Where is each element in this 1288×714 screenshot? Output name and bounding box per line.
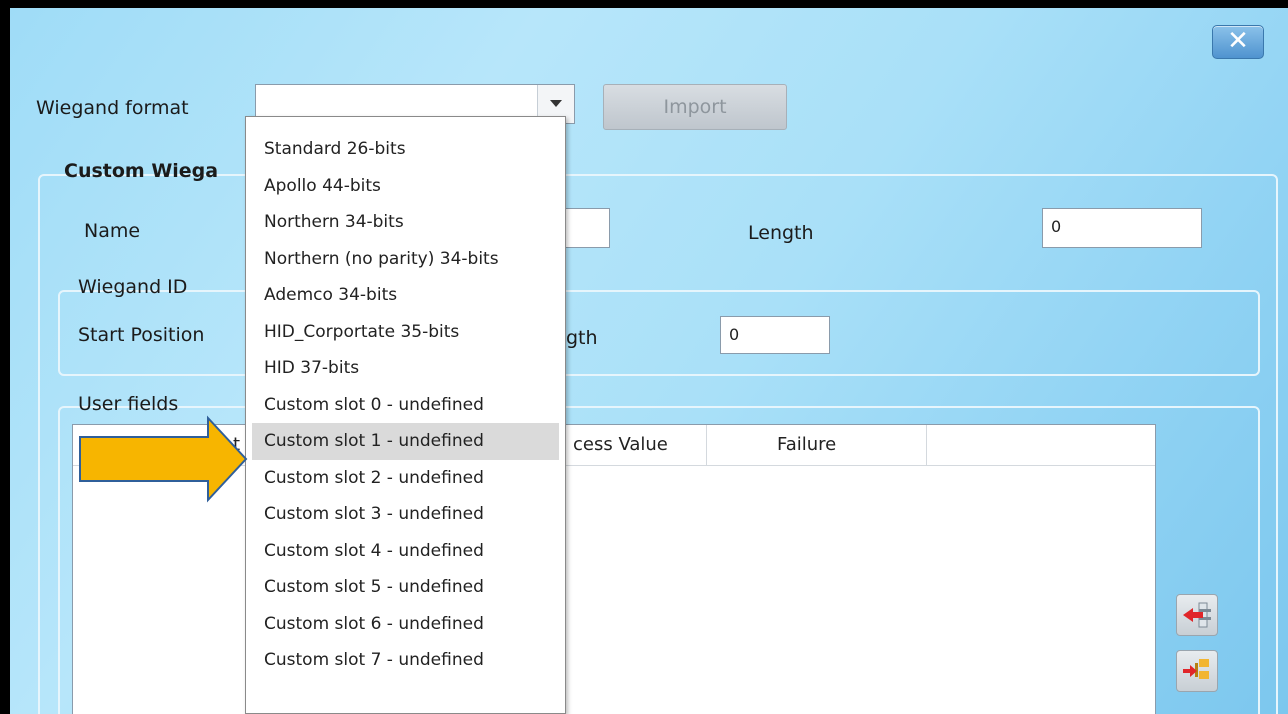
dropdown-item[interactable]: Custom slot 5 - undefined [252,569,559,606]
wiegand-format-label: Wiegand format [36,97,189,119]
close-icon: ✕ [1227,26,1249,56]
wiegand-id-length-input[interactable]: 0 [720,316,830,354]
wiegand-dialog: ✕ Wiegand format Import Custom Wiega Nam… [10,8,1288,714]
dropdown-item[interactable]: Standard 26-bits [252,131,559,168]
dropdown-item[interactable]: HID 37-bits [252,350,559,387]
dropdown-item[interactable]: Custom slot 4 - undefined [252,533,559,570]
import-button[interactable]: Import [603,84,787,130]
dropdown-item[interactable]: Custom slot 3 - undefined [252,496,559,533]
dropdown-item[interactable]: Northern (no parity) 34-bits [252,241,559,278]
wiegand-id-length-label: gth [566,327,598,349]
move-right-tree-icon [1183,659,1209,679]
wiegand-format-dropdown[interactable]: Standard 26-bits Apollo 44-bits Northern… [245,116,566,714]
name-label: Name [84,220,141,242]
dropdown-item[interactable]: HID_Corportate 35-bits [252,314,559,351]
dropdown-item[interactable]: Custom slot 6 - undefined [252,606,559,643]
dropdown-item[interactable]: Custom slot 2 - undefined [252,460,559,497]
user-fields-group-title: User fields [78,393,179,415]
move-left-arrow-icon [1183,602,1211,628]
close-button[interactable]: ✕ [1212,25,1264,59]
dropdown-item[interactable]: Custom slot 7 - undefined [252,642,559,679]
dropdown-item[interactable]: Ademco 34-bits [252,277,559,314]
move-right-button[interactable] [1176,650,1218,692]
custom-wiegand-group-title: Custom Wiega [64,160,219,182]
dropdown-item[interactable]: Custom slot 0 - undefined [252,387,559,424]
start-position-label: Start Position [78,324,205,346]
length-label: Length [748,222,814,244]
move-left-button[interactable] [1176,594,1218,636]
dropdown-item-highlighted[interactable]: Custom slot 1 - undefined [252,423,559,460]
dropdown-item[interactable]: Apollo 44-bits [252,168,559,205]
annotation-arrow-icon [79,415,248,503]
wiegand-id-group [58,290,1260,376]
column-header-failure[interactable]: Failure [707,425,927,465]
length-input[interactable]: 0 [1042,208,1202,248]
dropdown-item[interactable]: Northern 34-bits [252,204,559,241]
wiegand-id-group-title: Wiegand ID [78,276,188,298]
